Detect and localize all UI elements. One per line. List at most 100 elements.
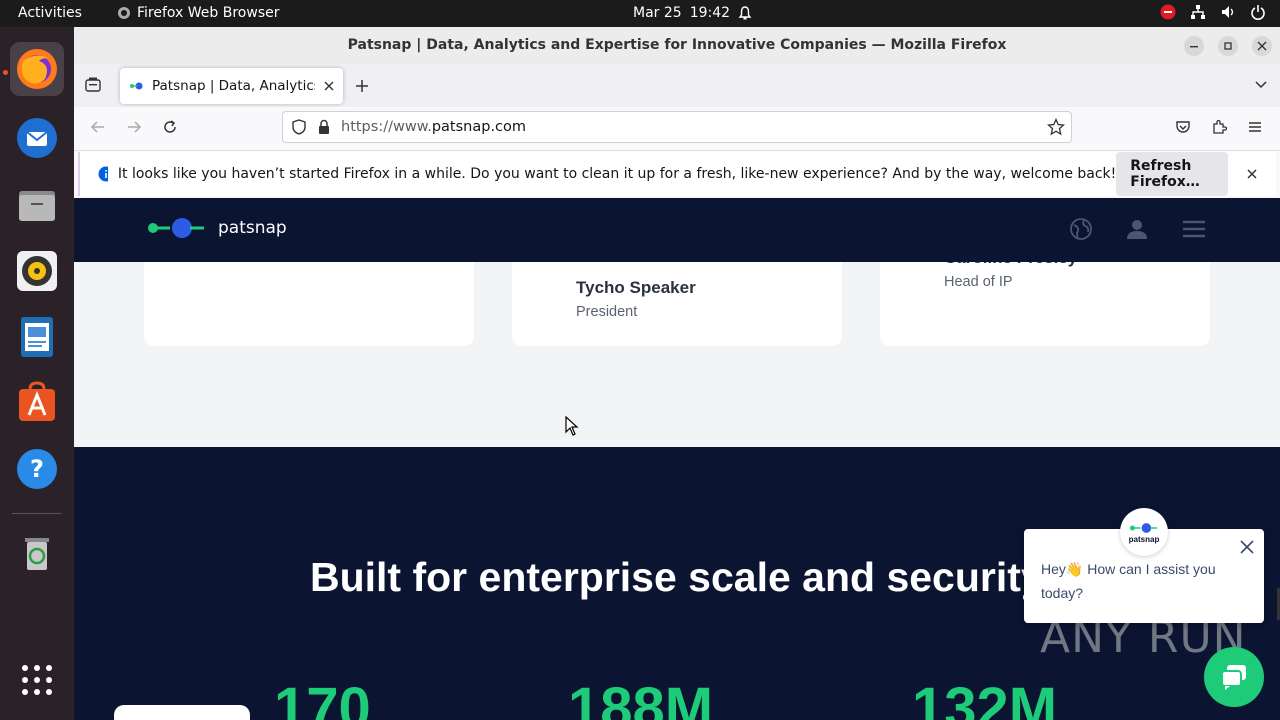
extensions-button[interactable] [1211, 119, 1228, 140]
dock: ? [0, 27, 74, 720]
leader-role: President [576, 304, 638, 320]
app-menu[interactable]: Firefox Web Browser [117, 5, 280, 21]
chat-icon [1221, 665, 1246, 690]
patsnap-logo-mark [1129, 522, 1158, 533]
section-headline: Built for enterprise scale and security [310, 554, 1044, 600]
stat-value: 188M [568, 676, 714, 720]
files-icon [19, 191, 55, 221]
leadership-section: Tycho Speaker President Caroline Presley… [74, 248, 1280, 447]
dock-firefox[interactable] [10, 42, 64, 96]
pocket-button[interactable] [1175, 119, 1191, 140]
patsnap-favicon [130, 82, 143, 90]
refresh-firefox-button[interactable]: Refresh Firefox… [1116, 152, 1228, 196]
info-icon [98, 166, 108, 182]
tab-bar: Patsnap | Data, Analytics and Expertise … [74, 64, 1280, 107]
app-menu-button[interactable] [1247, 119, 1263, 140]
firefox-view-icon [85, 77, 101, 92]
clock[interactable]: Mar 25 19:42 [633, 5, 752, 21]
firefox-view-button[interactable] [84, 76, 102, 99]
hamburger-menu-icon[interactable] [1182, 218, 1206, 240]
plus-icon [356, 80, 368, 92]
reload-button[interactable] [162, 119, 178, 140]
dock-show-apps[interactable] [10, 653, 64, 707]
dock-software[interactable] [10, 376, 64, 430]
minimize-button[interactable] [1184, 36, 1204, 56]
dock-rhythmbox[interactable] [10, 244, 64, 298]
firefox-small-icon [118, 7, 130, 19]
trash-icon [25, 538, 49, 570]
list-all-tabs-button[interactable] [1254, 77, 1268, 96]
firefox-window: Patsnap | Data, Analytics and Expertise … [74, 27, 1280, 720]
close-chat-popup-button[interactable] [1240, 537, 1254, 560]
do-not-disturb-icon [1160, 4, 1176, 20]
leader-name: Tycho Speaker [576, 278, 696, 297]
network-icon [1191, 5, 1205, 19]
stat-value: 132M [912, 676, 1058, 720]
stat-value: 170 [274, 676, 371, 720]
software-store-icon [19, 381, 55, 421]
power-icon [1251, 5, 1265, 20]
close-window-button[interactable] [1252, 36, 1272, 56]
url-bar[interactable]: https://www.patsnap.com [282, 111, 1072, 143]
notification-message: It looks like you haven’t started Firefo… [117, 166, 1117, 182]
patsnap-logo-mark [148, 218, 204, 238]
volume-icon [1222, 6, 1234, 18]
clock-time: 19:42 [689, 5, 731, 21]
leader-card: Tycho Speaker President [512, 262, 842, 346]
system-tray[interactable] [1160, 4, 1266, 20]
activities-button[interactable]: Activities [18, 5, 82, 21]
patsnap-logo[interactable]: patsnap [146, 215, 287, 241]
system-top-bar: Activities Firefox Web Browser Mar 25 19… [0, 0, 1280, 27]
window-titlebar[interactable]: Patsnap | Data, Analytics and Expertise … [74, 27, 1280, 64]
forward-button[interactable] [126, 119, 142, 140]
maximize-button[interactable] [1218, 36, 1238, 56]
writer-icon [21, 317, 53, 357]
close-tab-icon[interactable] [323, 80, 335, 92]
navigation-toolbar: https://www.patsnap.com [74, 107, 1280, 151]
mouse-cursor-icon [565, 416, 579, 436]
bookmark-star-icon[interactable] [1047, 118, 1065, 136]
chat-greeting-text: Hey👋 How can I assist you today? [1041, 561, 1216, 601]
pocket-icon [1176, 121, 1190, 133]
help-icon: ? [17, 449, 57, 489]
leader-card: Caroline Presley Head of IP [880, 248, 1210, 346]
forward-arrow-icon [128, 121, 142, 133]
back-button[interactable] [90, 119, 106, 140]
rhythmbox-icon [17, 251, 57, 291]
tab-title: Patsnap | Data, Analytics and Expertise … [152, 78, 315, 94]
stat-card [114, 705, 250, 720]
close-icon [1257, 41, 1267, 51]
tracking-protection-icon[interactable] [291, 119, 307, 135]
leader-card [144, 262, 474, 346]
firefox-icon [17, 49, 57, 89]
app-menu-label: Firefox Web Browser [137, 5, 280, 21]
close-notification-button[interactable] [1246, 165, 1258, 184]
window-title: Patsnap | Data, Analytics and Expertise … [347, 37, 1007, 53]
dock-files[interactable] [10, 178, 64, 232]
url-prefix: https://www. [341, 119, 432, 135]
puzzle-icon [1213, 119, 1228, 134]
chat-launcher-button[interactable] [1204, 647, 1264, 707]
globe-icon[interactable] [1070, 218, 1092, 240]
dock-help[interactable]: ? [10, 442, 64, 496]
hamburger-menu-icon [1249, 122, 1261, 132]
bell-icon [738, 6, 752, 20]
lock-icon[interactable] [317, 119, 331, 135]
clock-date: Mar 25 [633, 5, 682, 21]
user-account-icon[interactable] [1126, 218, 1148, 240]
dock-separator [12, 513, 62, 514]
tab-patsnap[interactable]: Patsnap | Data, Analytics and Expertise … [120, 68, 343, 104]
site-header: patsnap [74, 198, 1280, 262]
close-icon [1240, 540, 1254, 554]
dock-writer[interactable] [10, 310, 64, 364]
dock-thunderbird[interactable] [10, 111, 64, 165]
svg-text:?: ? [30, 455, 44, 483]
close-icon [1247, 168, 1257, 179]
chat-avatar-label: patsnap [1128, 534, 1160, 544]
minimize-icon [1190, 46, 1198, 48]
header-actions [1070, 218, 1206, 240]
new-tab-button[interactable] [354, 74, 370, 100]
url-host: patsnap.com [431, 119, 527, 135]
dock-trash[interactable] [10, 525, 64, 579]
refresh-notification-bar: It looks like you haven’t started Firefo… [78, 152, 1276, 196]
